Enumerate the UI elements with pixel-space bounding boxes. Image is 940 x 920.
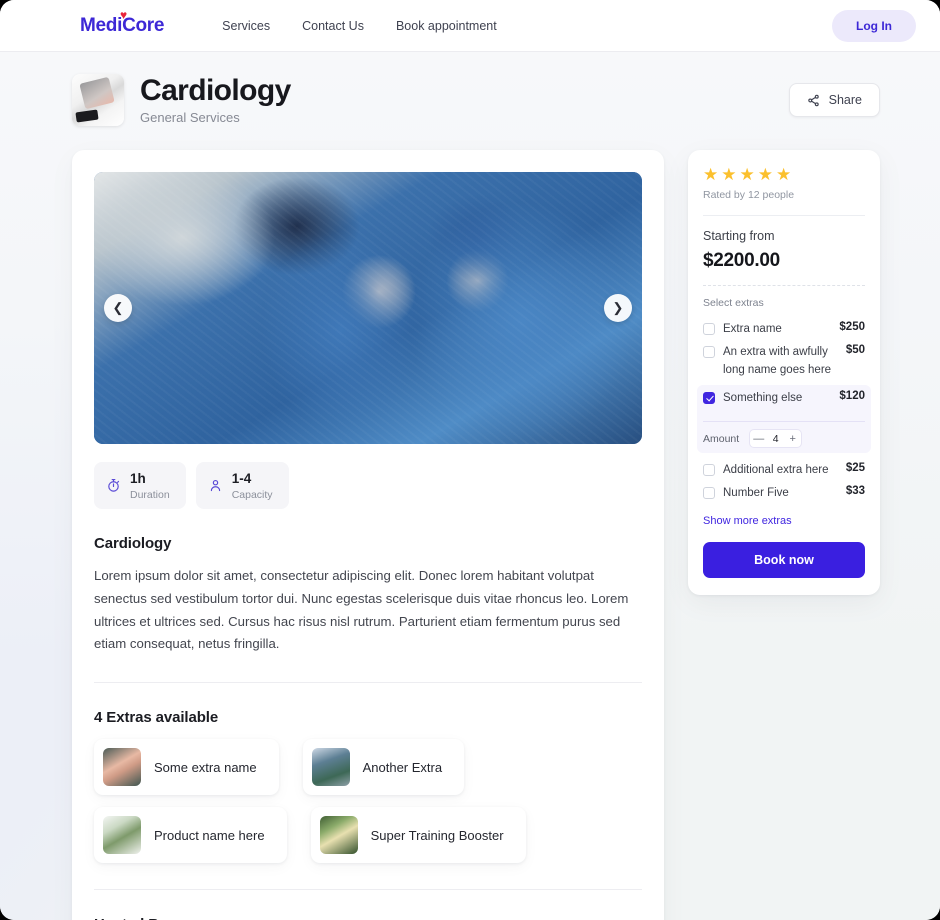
sidebar-extra-row[interactable]: Extra name $250 [703,318,865,341]
page-title: Cardiology [140,73,291,107]
extra-label: Additional extra here [723,464,829,476]
increment-button[interactable]: + [784,430,801,447]
duration-chip: 1h Duration [94,462,186,509]
app-window: MediCore ♥ Services Contact Us Book appo… [0,0,940,920]
capacity-value: 1-4 [231,471,252,486]
extra-checkbox[interactable] [703,464,715,476]
sidebar-extra-row[interactable]: An extra with awfully long name goes her… [703,341,865,382]
price-value: $2200.00 [703,250,780,271]
extra-card-label: Product name here [154,827,265,843]
extra-label: Something else [723,391,803,404]
sidebar-extra-row[interactable]: Number Five $33 [703,482,865,505]
extra-label: Number Five [723,487,789,500]
show-more-extras-link[interactable]: Show more extras [703,515,792,527]
duration-value: 1h [130,471,146,486]
extra-thumbnail-icon [103,816,141,855]
carousel-image [94,172,642,444]
rating-stars: ★ ★ ★ ★ ★ [703,166,865,183]
share-button[interactable]: Share [788,83,880,117]
page-subtitle: General Services [140,110,240,126]
star-icon: ★ [757,165,773,184]
extra-card-label: Another Extra [362,759,443,775]
star-icon: ★ [739,165,755,184]
extra-label: Extra name [723,323,782,335]
divider-1 [94,682,642,684]
extra-price: $250 [839,321,865,333]
chevron-left-icon: ❮ [112,300,124,315]
star-icon: ★ [721,165,737,184]
top-navbar: MediCore ♥ Services Contact Us Book appo… [0,0,940,52]
amount-row: Amount — 4 + [703,421,865,448]
stopwatch-icon [106,478,121,493]
person-icon [208,478,223,493]
sidebar-extra-row-selected[interactable]: Something else $120 Amount — 4 + [697,384,871,453]
sidebar-extra-row[interactable]: Additional extra here $25 [703,459,865,482]
main-content-card: ❮ ❯ 1h Duration 1-4 Capacity Cardiology … [72,150,664,920]
extra-label: An extra with awfully long name goes her… [723,346,832,376]
star-icon: ★ [776,165,792,184]
booking-sidebar: ★ ★ ★ ★ ★ Rated by 12 people Starting fr… [688,150,880,595]
extra-card[interactable]: Some extra name [94,739,279,796]
page-header: Cardiology General Services Share [72,74,880,126]
amount-label: Amount [703,432,740,445]
share-icon [807,94,820,107]
share-button-label: Share [828,93,862,107]
extra-card-label: Some extra name [154,759,257,775]
extra-price: $50 [845,344,865,357]
capacity-label: Capacity [231,489,273,501]
select-extras-label: Select extras [703,297,764,309]
service-meta: 1h Duration 1-4 Capacity [94,462,642,509]
description-heading: Cardiology [94,535,172,552]
page-body: Cardiology General Services Share ❮ ❯ 1h… [0,52,940,920]
extra-checkbox[interactable] [703,323,715,335]
star-icon: ★ [703,165,719,184]
extras-heading: 4 Extras available [94,709,219,727]
starting-from-label: Starting from [703,229,775,243]
extra-thumbnail-icon [319,816,358,855]
quantity-stepper[interactable]: — 4 + [749,429,803,448]
duration-label: Duration [130,489,170,501]
extra-card[interactable]: Product name here [94,807,287,864]
divider-2 [94,889,642,891]
sidebar-divider-1 [703,215,865,216]
extra-thumbnail-icon [311,748,350,787]
extra-card[interactable]: Super Training Booster [310,807,526,864]
extra-checkbox[interactable] [703,346,715,359]
login-button[interactable]: Log In [832,9,916,42]
extra-price: $33 [845,485,865,498]
extra-price: $25 [845,462,865,474]
extra-card-label: Super Training Booster [370,827,504,843]
nav-link-book-appointment[interactable]: Book appointment [396,19,497,33]
chevron-right-icon: ❯ [612,300,624,315]
nav-links: Services Contact Us Book appointment [222,19,497,33]
carousel-next-button[interactable]: ❯ [604,294,632,322]
service-thumbnail-icon [72,74,124,126]
rating-count-text: Rated by 12 people [703,189,795,201]
extra-thumbnail-icon [103,748,141,787]
nav-link-contact-us[interactable]: Contact Us [302,19,364,33]
extras-grid: Some extra name Another Extra Product na… [94,739,642,864]
extra-checkbox-checked[interactable] [703,391,715,404]
image-carousel: ❮ ❯ [94,172,642,444]
carousel-prev-button[interactable]: ❮ [104,294,132,322]
capacity-chip: 1-4 Capacity [195,462,289,509]
decrement-button[interactable]: — [750,430,767,447]
booking-card: ★ ★ ★ ★ ★ Rated by 12 people Starting fr… [688,150,880,595]
quantity-value: 4 [772,432,779,445]
extra-checkbox[interactable] [703,487,715,500]
nav-link-services[interactable]: Services [222,19,270,33]
extra-price: $120 [839,389,865,402]
sidebar-divider-2 [703,285,865,286]
book-now-button[interactable]: Book now [703,541,865,578]
heart-icon: ♥ [120,7,127,22]
brand-logo[interactable]: MediCore ♥ [80,9,164,37]
description-body: Lorem ipsum dolor sit amet, consectetur … [94,568,629,652]
hosts-heading: Hosted By [94,916,642,920]
extra-card[interactable]: Another Extra [302,739,465,796]
